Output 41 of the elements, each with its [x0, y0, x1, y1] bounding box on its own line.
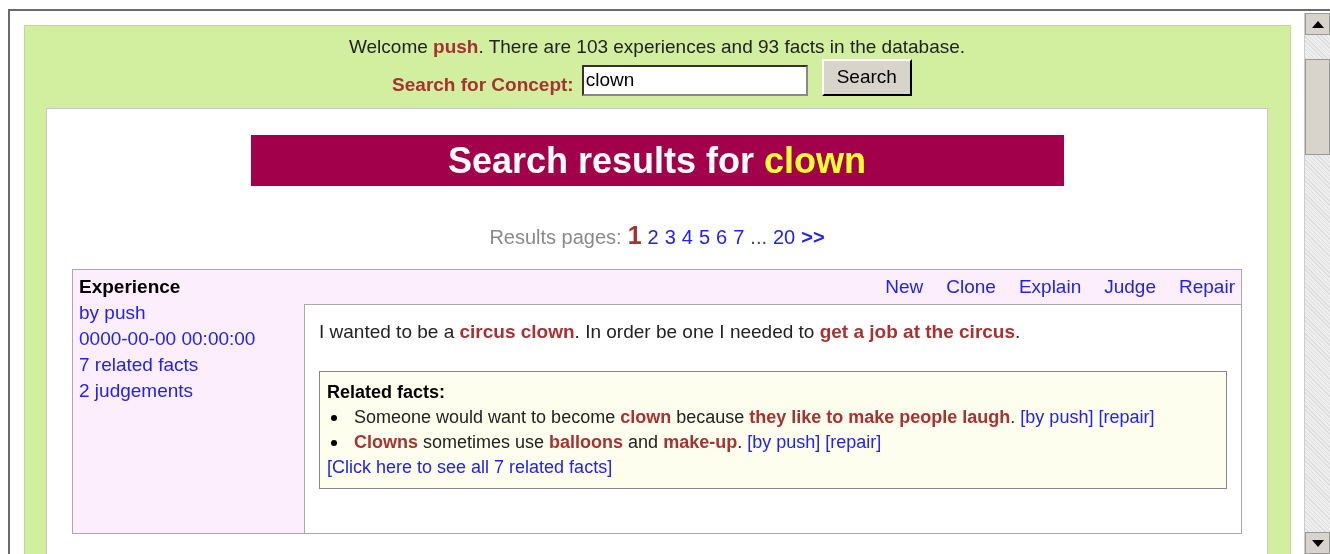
- related-facts-heading: Related facts:: [327, 381, 447, 404]
- scroll-thumb[interactable]: [1305, 59, 1330, 155]
- action-link[interactable]: Clone: [946, 276, 996, 298]
- all-facts-link[interactable]: [Click here to see all 7 related facts]: [327, 457, 613, 477]
- bullet-icon: [331, 415, 337, 421]
- fact-link[interactable]: [repair]: [1098, 407, 1155, 427]
- meta-link[interactable]: 2 judgements: [79, 378, 298, 404]
- meta-link[interactable]: 0000-00-00 00:00:00: [79, 326, 298, 352]
- meta-link[interactable]: by push: [79, 300, 298, 326]
- experience-heading: Experience: [79, 276, 182, 298]
- results-title: Search results for clown: [250, 135, 1064, 186]
- bullet-icon: [331, 440, 337, 446]
- page-link[interactable]: 3: [664, 226, 676, 249]
- search-field[interactable]: clown: [581, 64, 808, 96]
- action-link[interactable]: New: [885, 276, 924, 298]
- page-link[interactable]: 6: [716, 226, 728, 249]
- action-link[interactable]: Explain: [1018, 276, 1082, 298]
- ellipsis-text: ...: [750, 226, 767, 249]
- page-link[interactable]: 2: [647, 226, 659, 249]
- scroll-up-icon[interactable]: [1305, 13, 1330, 35]
- fact-link[interactable]: [by push]: [1020, 407, 1094, 427]
- welcome-text: Welcome push. There are 103 experiences and 93 facts in the database.: [347, 36, 967, 58]
- scrollbar[interactable]: [1304, 13, 1330, 554]
- pages-label: Results pages:: [489, 226, 622, 249]
- page-link[interactable]: 1: [627, 221, 642, 250]
- search-label: Search for Concept:: [392, 74, 574, 96]
- search-button[interactable]: Search: [821, 58, 912, 96]
- fact-link[interactable]: [by push]: [747, 432, 821, 452]
- action-link[interactable]: Repair: [1179, 276, 1235, 298]
- page-link[interactable]: 4: [681, 226, 693, 249]
- page-link[interactable]: 5: [698, 226, 711, 249]
- next-link[interactable]: >>: [801, 226, 825, 249]
- page-link[interactable]: 20: [773, 226, 796, 249]
- fact-text: Clowns sometimes use balloons and make-up. [by push] [repair]: [354, 431, 882, 454]
- page-link[interactable]: 7: [733, 226, 745, 249]
- fact-link[interactable]: [repair]: [825, 432, 882, 452]
- experience-text: I wanted to be a circus clown. In order be one I needed to get a job at the circus.: [319, 321, 1022, 343]
- fact-text: Someone would want to become clown because they like to make people laugh. [by push] [repair]: [354, 406, 1155, 429]
- scroll-down-icon[interactable]: [1305, 532, 1330, 554]
- action-link[interactable]: Judge: [1104, 276, 1156, 298]
- meta-link[interactable]: 7 related facts: [79, 352, 298, 378]
